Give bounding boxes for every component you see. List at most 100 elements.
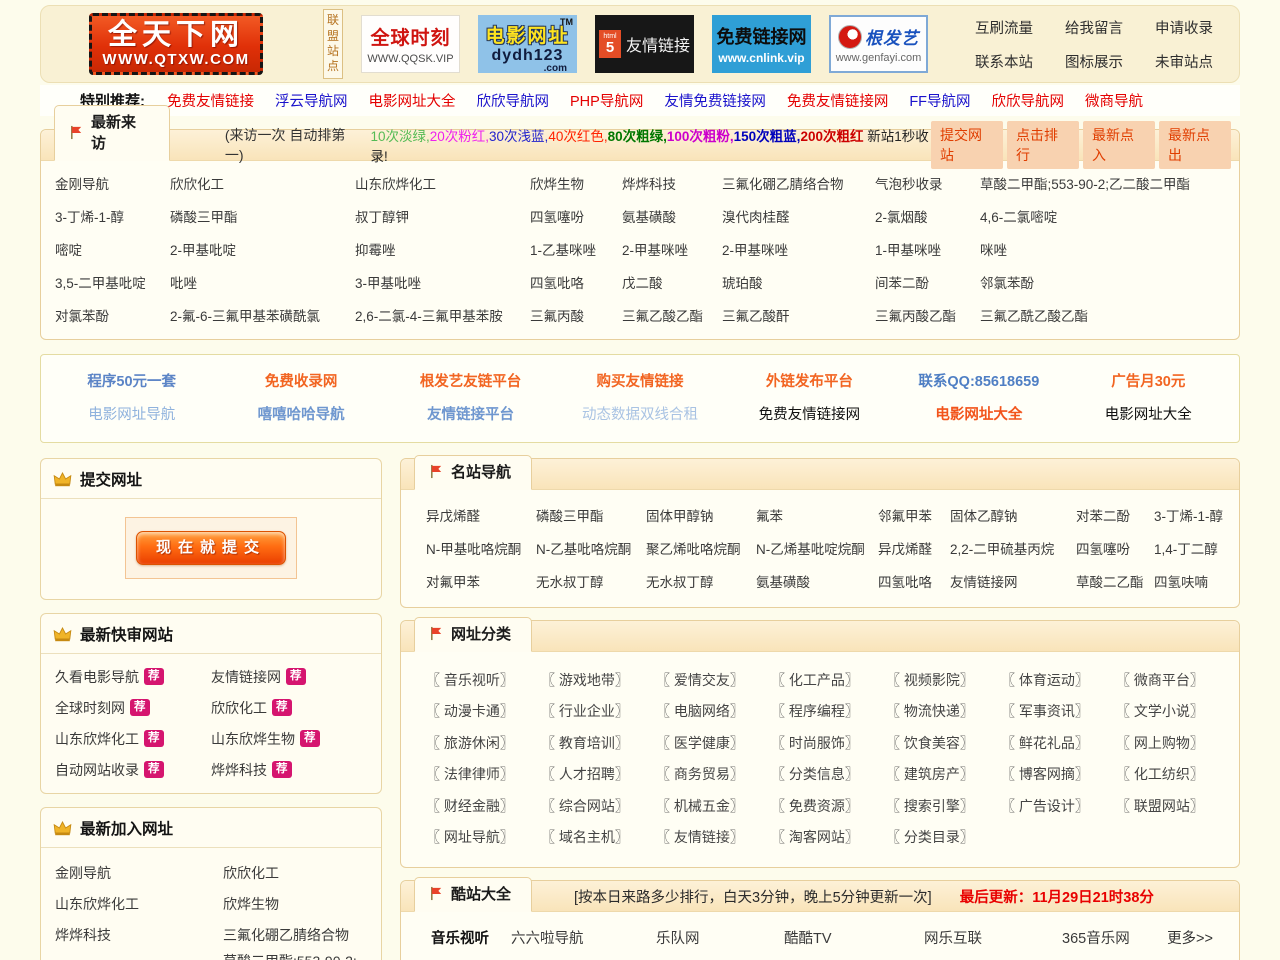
recommend-link[interactable]: 微商导航 — [1085, 90, 1143, 111]
category-link[interactable]: 〖 军事资讯〗 — [1001, 701, 1116, 721]
ad-link[interactable]: 免费收录网 — [216, 370, 385, 391]
site-link[interactable]: 2,6-二氯-4-三氟甲基苯胺 — [355, 305, 530, 325]
recommend-link[interactable]: 电影网址大全 — [369, 90, 456, 111]
site-link[interactable]: 3-甲基吡唑 — [355, 272, 530, 292]
top-nav-link[interactable]: 未审站点 — [1155, 51, 1213, 72]
category-link[interactable]: 〖 网址导航〗 — [426, 827, 541, 847]
site-link[interactable]: 欣烨生物 — [530, 173, 622, 193]
site-link[interactable]: 酷酷TV — [784, 927, 924, 948]
site-link[interactable]: 异戊烯醛 — [878, 538, 950, 558]
recommend-link[interactable]: 浮云导航网 — [275, 90, 348, 111]
category-link[interactable]: 〖 化工纺织〗 — [1116, 764, 1231, 784]
site-link[interactable]: 山东欣烨化工 — [355, 173, 530, 193]
top-nav-link[interactable]: 申请收录 — [1155, 17, 1213, 38]
category-link[interactable]: 〖 饮食美容〗 — [886, 733, 1001, 753]
banner-cnlink[interactable]: 免费链接网 www.cnlink.vip — [712, 15, 811, 73]
site-link[interactable]: 四氢吡咯 — [530, 272, 622, 292]
site-link[interactable]: 自动网站收录 — [55, 760, 139, 780]
category-link[interactable]: 〖 化工产品〗 — [771, 670, 886, 690]
header-action-button[interactable]: 提交网站 — [931, 121, 1003, 169]
ad-link[interactable]: 嘻嘻哈哈导航 — [216, 403, 385, 424]
site-link[interactable]: 山东欣烨生物 — [211, 729, 295, 749]
header-action-button[interactable]: 最新点出 — [1159, 121, 1231, 169]
ad-link[interactable]: 动态数据双线合租 — [555, 403, 724, 424]
site-link[interactable]: 六六啦导航 — [511, 927, 656, 948]
site-link[interactable]: 网乐互联 — [924, 927, 1062, 948]
site-link[interactable]: 久看电影导航 — [55, 667, 139, 687]
site-link[interactable]: 365音乐网 — [1062, 927, 1151, 948]
site-link[interactable]: 草酸二甲酯;553-90-2;乙二酸二甲酯 — [223, 951, 367, 960]
site-link[interactable]: 氨基磺酸 — [622, 206, 722, 226]
category-link[interactable]: 〖 教育培训〗 — [541, 733, 656, 753]
site-link[interactable]: 欣欣化工 — [223, 863, 367, 883]
site-link[interactable]: 四氢呋喃 — [1154, 571, 1239, 591]
site-link[interactable]: 三氟丙酸乙酯 — [875, 305, 980, 325]
ad-link[interactable]: 联系QQ:85618659 — [894, 370, 1063, 391]
category-link[interactable]: 〖 联盟网站〗 — [1116, 796, 1231, 816]
banner-genfayi[interactable]: 根发艺 www.genfayi.com — [829, 15, 928, 73]
top-nav-link[interactable]: 互刷流量 — [975, 17, 1033, 38]
category-link[interactable]: 〖 医学健康〗 — [656, 733, 771, 753]
site-link[interactable]: 三氟丙酸 — [530, 305, 622, 325]
category-link[interactable]: 〖 网上购物〗 — [1116, 733, 1231, 753]
category-link[interactable]: 〖 综合网站〗 — [541, 796, 656, 816]
site-link[interactable]: 2-甲基咪唑 — [722, 239, 875, 259]
site-logo[interactable]: 全天下网 WWW.QTXW.COM — [89, 13, 263, 75]
site-link[interactable]: 磷酸三甲酯 — [170, 206, 355, 226]
site-link[interactable]: 欣欣化工 — [211, 698, 267, 718]
site-link[interactable]: 1,4-丁二醇 — [1154, 538, 1239, 558]
tab-latest-visits[interactable]: 最新来访 — [54, 105, 170, 161]
category-link[interactable]: 〖 广告设计〗 — [1001, 796, 1116, 816]
ad-link[interactable]: 电影网址大全 — [894, 403, 1063, 424]
site-link[interactable]: 抑霉唑 — [355, 239, 530, 259]
site-link[interactable]: 气泡秒收录 — [875, 173, 980, 193]
site-link[interactable]: 无水叔丁醇 — [646, 571, 756, 591]
site-link[interactable]: 山东欣烨化工 — [55, 729, 139, 749]
recommend-link[interactable]: 免费友情链接网 — [787, 90, 889, 111]
recommend-link[interactable]: FF导航网 — [909, 90, 970, 111]
ad-link[interactable]: 免费友情链接网 — [725, 403, 894, 424]
site-link[interactable]: 异戊烯醛 — [426, 505, 536, 525]
site-link[interactable]: 吡唑 — [170, 272, 355, 292]
site-link[interactable]: 欣烨生物 — [223, 894, 367, 914]
category-link[interactable]: 〖 鲜花礼品〗 — [1001, 733, 1116, 753]
banner-dydh123[interactable]: TM 电影网址 dydh123 .com — [478, 15, 577, 73]
site-link[interactable]: 四氢吡咯 — [878, 571, 950, 591]
category-link[interactable]: 〖 程序编程〗 — [771, 701, 886, 721]
site-link[interactable]: 对苯二酚 — [1076, 505, 1154, 525]
ad-link[interactable]: 广告月30元 — [1064, 370, 1233, 391]
category-link[interactable]: 〖 行业企业〗 — [541, 701, 656, 721]
category-link[interactable]: 〖 人才招聘〗 — [541, 764, 656, 784]
site-link[interactable]: 2-氯烟酸 — [875, 206, 980, 226]
site-link[interactable]: 草酸二甲酯;553-90-2;乙二酸二甲酯 — [980, 173, 1225, 193]
category-link[interactable]: 〖 游戏地带〗 — [541, 670, 656, 690]
category-link[interactable]: 〖 音乐视听〗 — [426, 670, 541, 690]
site-link[interactable]: 三氟乙酸乙酯 — [622, 305, 722, 325]
category-link[interactable]: 〖 体育运动〗 — [1001, 670, 1116, 690]
site-link[interactable]: 2-氟-6-三氟甲基苯磺酰氯 — [170, 305, 355, 325]
ad-link[interactable]: 购买友情链接 — [555, 370, 724, 391]
site-link[interactable]: 欣欣化工 — [170, 173, 355, 193]
site-link[interactable]: 咪唑 — [980, 239, 1225, 259]
header-action-button[interactable]: 点击排行 — [1007, 121, 1079, 169]
recommend-link[interactable]: 欣欣导航网 — [477, 90, 550, 111]
site-link[interactable]: 四氢噻吩 — [1076, 538, 1154, 558]
category-link[interactable]: 〖 文学小说〗 — [1116, 701, 1231, 721]
site-link[interactable]: 2,2-二甲硫基丙烷 — [950, 538, 1076, 558]
site-link[interactable]: 戊二酸 — [622, 272, 722, 292]
site-link[interactable]: N-乙基吡咯烷酮 — [536, 538, 646, 558]
more-link[interactable]: 更多>> — [1151, 927, 1213, 948]
category-link[interactable]: 〖 物流快递〗 — [886, 701, 1001, 721]
category-link[interactable]: 〖 免费资源〗 — [771, 796, 886, 816]
header-action-button[interactable]: 最新点入 — [1083, 121, 1155, 169]
top-nav-link[interactable]: 给我留言 — [1065, 17, 1123, 38]
site-link[interactable]: N-甲基吡咯烷酮 — [426, 538, 536, 558]
tab-cool-sites[interactable]: 酷站大全 — [414, 877, 532, 912]
site-link[interactable]: N-乙烯基吡啶烷酮 — [756, 538, 878, 558]
site-link[interactable]: 三氟化硼乙腈络合物 — [722, 173, 875, 193]
ad-link[interactable]: 程序50元一套 — [47, 370, 216, 391]
category-link[interactable]: 〖 分类信息〗 — [771, 764, 886, 784]
site-link[interactable]: 2-甲基咪唑 — [622, 239, 722, 259]
site-link[interactable]: 草酸二乙酯 — [1076, 571, 1154, 591]
category-link[interactable]: 〖 域名主机〗 — [541, 827, 656, 847]
